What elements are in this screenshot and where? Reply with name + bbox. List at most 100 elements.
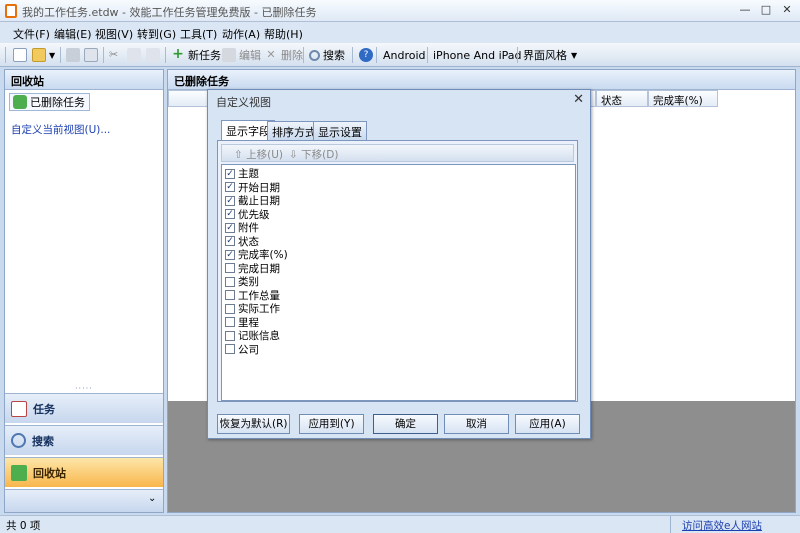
help-icon: ? <box>359 48 373 62</box>
paste-button[interactable] <box>146 46 163 64</box>
move-up-button[interactable]: ⇧ 上移(U) <box>234 147 283 162</box>
field-checkbox-item[interactable]: ✓ 状态 <box>225 235 259 248</box>
status-divider <box>670 516 671 533</box>
copy-button[interactable] <box>127 46 144 64</box>
print-button[interactable] <box>66 46 83 64</box>
field-checkbox-item[interactable]: ✓ 优先级 <box>225 208 270 221</box>
theme-dropdown[interactable]: 界面风格 ▼ <box>523 46 577 64</box>
menu-help[interactable]: 帮助(H) <box>264 26 303 42</box>
toolbar-grip <box>5 47 6 63</box>
pane-splitter[interactable]: ····· <box>75 384 93 393</box>
field-checkbox-item[interactable]: ✓ 主题 <box>225 167 259 180</box>
field-checkbox-item[interactable]: 类别 <box>225 275 259 288</box>
search-button[interactable]: 搜索 <box>309 46 345 64</box>
checkbox-unchecked[interactable] <box>225 317 235 327</box>
checkbox-unchecked[interactable] <box>225 330 235 341</box>
menu-goto[interactable]: 转到(G) <box>137 26 176 42</box>
tab-display-settings[interactable]: 显示设置 <box>313 121 367 140</box>
edit-button[interactable]: 编辑 <box>222 46 261 64</box>
nav-button-recycle-bin[interactable]: 回收站 <box>5 457 163 487</box>
nav-button-tasks[interactable]: 任务 <box>5 393 163 423</box>
move-down-label: 下移(D) <box>301 149 339 161</box>
close-window-button[interactable]: ✕ <box>778 2 796 18</box>
column-header-status[interactable]: 状态 <box>596 90 648 107</box>
nav-configure-button[interactable]: ⌄ <box>5 489 163 512</box>
field-checkbox-item[interactable]: 完成日期 <box>225 262 280 275</box>
item-count: 共 0 项 <box>6 520 41 532</box>
plus-icon: + <box>172 46 184 62</box>
checkbox-checked[interactable]: ✓ <box>225 249 235 260</box>
menu-file[interactable]: 文件(F) <box>13 26 50 42</box>
checkbox-checked[interactable]: ✓ <box>225 222 235 233</box>
toolbar-separator <box>352 47 353 63</box>
checkbox-checked[interactable]: ✓ <box>225 182 235 192</box>
checkbox-unchecked[interactable] <box>225 303 235 314</box>
menu-bar: 文件(F) 编辑(E) 视图(V) 转到(G) 工具(T) 动作(A) 帮助(H… <box>0 22 800 43</box>
checkbox-checked[interactable]: ✓ <box>225 209 235 219</box>
delete-button[interactable]: ✕ 删除 <box>264 46 303 64</box>
dialog-title: 自定义视图 <box>216 96 271 109</box>
maximize-button[interactable]: □ <box>757 2 775 18</box>
nav-button-search[interactable]: 搜索 <box>5 425 163 455</box>
checkbox-checked[interactable]: ✓ <box>225 168 235 179</box>
menu-action[interactable]: 动作(A) <box>222 26 260 42</box>
paste-icon <box>146 48 160 62</box>
checkbox-unchecked[interactable] <box>225 344 235 354</box>
field-checkbox-item[interactable]: ✓ 截止日期 <box>225 194 280 207</box>
title-bar: 我的工作任务.etdw - 效能工作任务管理免费版 - 已删除任务 — □ ✕ <box>0 0 800 22</box>
toolbar-separator <box>427 47 428 63</box>
field-checkbox-item[interactable]: ✓ 完成率(%) <box>225 248 288 261</box>
move-down-button[interactable]: ⇩ 下移(D) <box>289 147 338 162</box>
field-checkbox-item[interactable]: ✓ 附件 <box>225 221 259 234</box>
printer-icon <box>66 48 80 62</box>
customize-view-link[interactable]: 自定义当前视图(U)... <box>11 122 110 137</box>
cancel-button[interactable]: 取消 <box>444 414 509 434</box>
nav-tasks-label: 任务 <box>33 402 55 416</box>
ok-button[interactable]: 确定 <box>373 414 438 434</box>
field-checkbox-item[interactable]: 实际工作 <box>225 302 280 315</box>
preview-button[interactable] <box>84 46 101 64</box>
edit-label: 编辑 <box>239 49 261 62</box>
column-header-completion[interactable]: 完成率(%) <box>648 90 718 107</box>
cut-button[interactable]: ✂ <box>109 46 126 64</box>
help-button[interactable]: ? <box>359 46 376 64</box>
new-task-button[interactable]: + 新任务 <box>171 46 221 64</box>
field-checkbox-item[interactable]: ✓ 开始日期 <box>225 181 280 194</box>
field-checkbox-item[interactable]: 记账信息 <box>225 329 280 342</box>
menu-tools[interactable]: 工具(T) <box>180 26 217 42</box>
checkbox-unchecked[interactable] <box>225 290 235 300</box>
scissors-icon: ✂ <box>109 48 119 61</box>
theme-label: 界面风格 <box>523 49 567 62</box>
menu-view[interactable]: 视图(V) <box>95 26 133 42</box>
toolbar-separator <box>517 47 518 63</box>
checkbox-unchecked[interactable] <box>225 276 235 287</box>
reset-default-button[interactable]: 恢复为默认(R) <box>217 414 290 434</box>
main-pane-header: 已删除任务 <box>168 70 795 90</box>
apply-to-button[interactable]: 应用到(Y) <box>299 414 364 434</box>
toolbar-separator <box>165 47 166 63</box>
menu-edit[interactable]: 编辑(E) <box>54 26 92 42</box>
new-document-button[interactable] <box>13 46 30 64</box>
toolbar-separator <box>60 47 61 63</box>
apply-button[interactable]: 应用(A) <box>515 414 580 434</box>
tree-item-deleted-tasks[interactable]: 已删除任务 <box>9 93 90 111</box>
checkbox-unchecked[interactable] <box>225 263 235 273</box>
checkbox-checked[interactable]: ✓ <box>225 236 235 246</box>
dialog-close-button[interactable]: ✕ <box>573 92 584 107</box>
chevron-down-icon: ⌄ <box>148 493 157 504</box>
delete-label: 删除 <box>281 49 303 62</box>
arrow-down-icon: ⇩ <box>289 149 302 161</box>
minimize-button[interactable]: — <box>736 2 754 18</box>
field-checkbox-item[interactable]: 公司 <box>225 343 259 356</box>
field-checkbox-item[interactable]: 里程 <box>225 316 259 329</box>
toolbar-separator <box>376 47 377 63</box>
iphone-ipad-button[interactable]: iPhone And iPad <box>433 46 522 64</box>
android-button[interactable]: Android <box>383 46 426 64</box>
field-checkbox-item[interactable]: 工作总量 <box>225 289 280 302</box>
navigation-pane: 回收站 已删除任务 自定义当前视图(U)... ····· 任务 搜索 回收站 … <box>4 69 164 513</box>
new-task-label: 新任务 <box>188 49 221 62</box>
checkbox-checked[interactable]: ✓ <box>225 195 235 206</box>
website-link[interactable]: 访问高效e人网站 <box>682 518 762 533</box>
open-button[interactable]: ▼ <box>32 46 55 64</box>
copy-icon <box>127 48 141 62</box>
